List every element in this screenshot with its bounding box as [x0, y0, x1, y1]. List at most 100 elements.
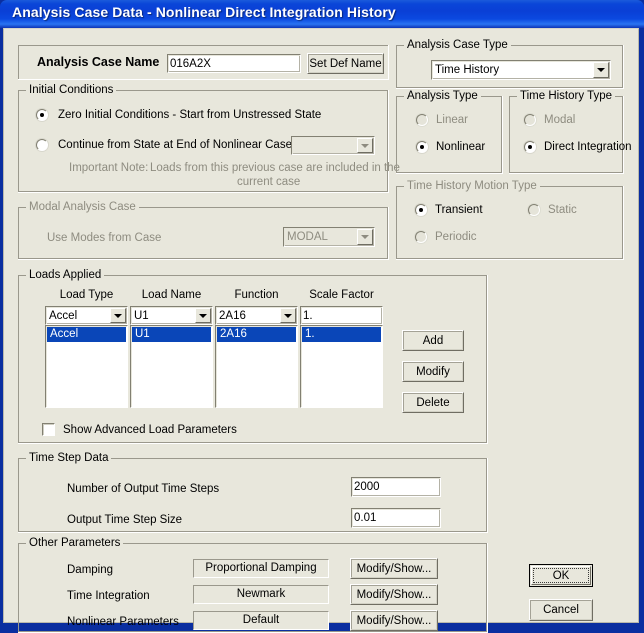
chevron-down-icon[interactable] [280, 308, 296, 323]
radio-zero-initial-conditions[interactable] [36, 109, 48, 121]
delete-load-button[interactable]: Delete [402, 392, 464, 413]
load-name-list[interactable]: U1 [130, 325, 213, 408]
time-history-type-group: Time History Type Modal Direct Integrati… [509, 90, 632, 174]
chevron-down-icon[interactable] [357, 138, 373, 153]
chevron-down-icon[interactable] [110, 308, 126, 323]
radio-dot [419, 208, 423, 212]
chevron-down-icon[interactable] [195, 308, 211, 323]
other-parameters-group: Other Parameters Damping Proportional Da… [18, 537, 488, 633]
use-modes-from-case-combo[interactable]: MODAL [283, 227, 375, 247]
radio-time-history-type-direct-label: Direct Integration [544, 141, 632, 153]
initial-conditions-group: Initial Conditions Zero Initial Conditio… [18, 84, 400, 193]
radio-motion-periodic[interactable] [415, 231, 427, 243]
dialog-client-area: Analysis Case Name Set Def Name Initial … [3, 28, 639, 633]
radio-analysis-type-linear-label: Linear [436, 114, 468, 126]
time-integration-value: Newmark [193, 585, 329, 604]
load-type-combo-value: Accel [49, 310, 78, 322]
column-header-function: Function [234, 289, 279, 301]
radio-analysis-type-nonlinear-label: Nonlinear [436, 141, 486, 153]
time-history-motion-type-group: Time History Motion Type Transient Stati… [396, 180, 624, 260]
analysis-case-type-title: Analysis Case Type [404, 39, 511, 52]
function-combo[interactable]: 2A16 [215, 306, 298, 325]
analysis-case-type-value: Time History [435, 64, 500, 76]
load-type-list[interactable]: Accel [45, 325, 128, 408]
scale-factor-input[interactable] [300, 306, 383, 325]
title-bar: Analysis Case Data - Nonlinear Direct In… [0, 0, 644, 28]
time-integration-label: Time Integration [67, 590, 150, 602]
load-name-combo-value: U1 [134, 310, 149, 322]
analysis-case-name-input[interactable] [167, 54, 301, 73]
radio-zero-initial-conditions-label: Zero Initial Conditions - Start from Uns… [58, 109, 322, 121]
loads-applied-title: Loads Applied [26, 269, 105, 282]
ok-button[interactable]: OK [529, 564, 593, 587]
damping-label: Damping [67, 564, 114, 576]
function-combo-value: 2A16 [219, 310, 246, 322]
cancel-button[interactable]: Cancel [529, 599, 593, 621]
radio-motion-static[interactable] [528, 204, 540, 216]
show-advanced-load-parameters-checkbox[interactable] [42, 423, 55, 436]
important-note-line2: current case [237, 176, 301, 188]
show-advanced-load-parameters-label: Show Advanced Load Parameters [63, 424, 237, 436]
number-of-output-time-steps-label: Number of Output Time Steps [67, 483, 220, 495]
radio-motion-transient[interactable] [415, 204, 427, 216]
use-modes-from-case-label: Use Modes from Case [47, 232, 162, 244]
modify-load-button[interactable]: Modify [402, 361, 464, 382]
analysis-case-type-combo[interactable]: Time History [431, 60, 611, 80]
analysis-type-title: Analysis Type [404, 90, 481, 103]
analysis-case-data-dialog: Analysis Case Data - Nonlinear Direct In… [0, 0, 644, 633]
load-name-combo[interactable]: U1 [130, 306, 213, 325]
modal-analysis-case-group: Modal Analysis Case Use Modes from Case … [18, 201, 389, 260]
time-history-motion-type-title: Time History Motion Type [404, 180, 540, 193]
column-header-scale-factor: Scale Factor [309, 289, 374, 301]
number-of-output-time-steps-input[interactable] [351, 477, 441, 497]
table-row[interactable]: 1. [302, 327, 381, 342]
time-step-data-title: Time Step Data [26, 452, 112, 465]
radio-dot [420, 145, 424, 149]
table-row[interactable]: U1 [132, 327, 211, 342]
analysis-case-name-label: Analysis Case Name [37, 55, 160, 69]
analysis-case-name-frame: Analysis Case Name Set Def Name [18, 45, 389, 80]
output-time-step-size-label: Output Time Step Size [67, 514, 183, 526]
analysis-type-group: Analysis Type Linear Nonlinear [396, 90, 503, 174]
chevron-down-icon[interactable] [593, 62, 609, 78]
nonlinear-parameters-value: Default [193, 611, 329, 630]
set-def-name-button[interactable]: Set Def Name [307, 53, 384, 74]
loads-applied-group: Loads Applied Load Type Load Name Functi… [18, 269, 488, 444]
radio-dot [40, 113, 44, 117]
radio-time-history-type-modal[interactable] [524, 114, 536, 126]
radio-motion-static-label: Static [548, 204, 577, 216]
column-header-load-type: Load Type [59, 289, 114, 301]
analysis-case-type-group: Analysis Case Type Time History [396, 39, 624, 89]
nonlinear-parameters-label: Nonlinear Parameters [67, 616, 179, 628]
radio-dot [528, 145, 532, 149]
damping-value: Proportional Damping [193, 559, 329, 578]
important-note-line1: Loads from this previous case are includ… [150, 162, 400, 174]
table-row[interactable]: 2A16 [217, 327, 296, 342]
column-header-load-name: Load Name [141, 289, 202, 301]
use-modes-from-case-value: MODAL [287, 231, 328, 243]
initial-conditions-title: Initial Conditions [26, 84, 117, 97]
radio-motion-periodic-label: Periodic [435, 231, 477, 243]
nonlinear-parameters-modify-show-button[interactable]: Modify/Show... [350, 610, 438, 631]
window-title: Analysis Case Data - Nonlinear Direct In… [12, 4, 396, 20]
radio-time-history-type-modal-label: Modal [544, 114, 576, 126]
add-load-button[interactable]: Add [402, 330, 464, 351]
scale-factor-list[interactable]: 1. [300, 325, 383, 408]
time-step-data-group: Time Step Data Number of Output Time Ste… [18, 452, 488, 533]
damping-modify-show-button[interactable]: Modify/Show... [350, 558, 438, 579]
radio-motion-transient-label: Transient [435, 204, 483, 216]
radio-continue-from-state[interactable] [36, 139, 48, 151]
output-time-step-size-input[interactable] [351, 508, 441, 528]
radio-analysis-type-nonlinear[interactable] [416, 141, 428, 153]
important-note-label: Important Note: [69, 162, 149, 174]
radio-time-history-type-direct[interactable] [524, 141, 536, 153]
radio-analysis-type-linear[interactable] [416, 114, 428, 126]
function-list[interactable]: 2A16 [215, 325, 298, 408]
table-row[interactable]: Accel [47, 327, 126, 342]
chevron-down-icon[interactable] [357, 229, 373, 245]
time-integration-modify-show-button[interactable]: Modify/Show... [350, 584, 438, 605]
ok-button-label: OK [552, 569, 570, 582]
load-type-combo[interactable]: Accel [45, 306, 128, 325]
continue-case-combo[interactable] [291, 136, 375, 155]
radio-continue-from-state-label: Continue from State at End of Nonlinear … [58, 139, 292, 151]
